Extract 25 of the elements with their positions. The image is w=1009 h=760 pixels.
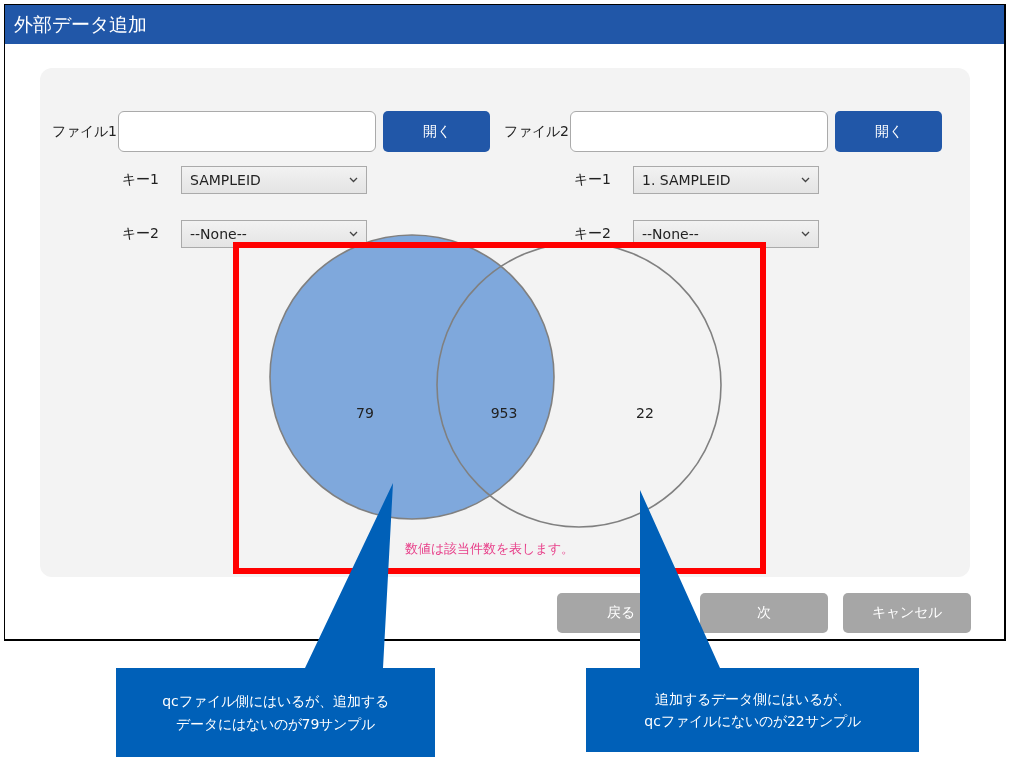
file-path-field[interactable] — [570, 111, 828, 152]
chevron-down-icon — [801, 231, 810, 237]
chevron-down-icon — [349, 231, 358, 237]
count-label: 22 — [636, 405, 654, 421]
chevron-down-icon — [349, 177, 358, 183]
key-label: キー1 — [122, 171, 160, 189]
count-label: 953 — [490, 405, 518, 421]
key-dropdown[interactable]: SAMPLEID — [181, 166, 367, 194]
chevron-down-icon — [801, 177, 810, 183]
callout-text: 追加するデータ側にはいるが、 — [654, 689, 851, 709]
open-button[interactable]: 開く — [835, 111, 942, 152]
callout-text: データにはないのが79サンプル — [175, 714, 376, 734]
file-label: ファイル1 — [52, 122, 118, 141]
venn-caption: 数値は該当件数を表します。 — [405, 540, 575, 558]
count-label: 79 — [356, 405, 374, 421]
key-dropdown[interactable]: 1. SAMPLEID — [633, 166, 819, 194]
callout-text: qcファイル側にはいるが、追加する — [162, 692, 389, 712]
file-path-field[interactable] — [118, 111, 376, 152]
callout-text: qcファイルにないのが22サンプル — [644, 712, 861, 731]
open-button[interactable]: 開く — [383, 111, 490, 152]
key-label: キー1 — [574, 171, 612, 189]
key-label: キー2 — [574, 225, 612, 243]
file-label: ファイル2 — [504, 122, 570, 141]
key-label: キー2 — [122, 225, 160, 243]
window-title: 外部データ追加 — [14, 11, 147, 37]
